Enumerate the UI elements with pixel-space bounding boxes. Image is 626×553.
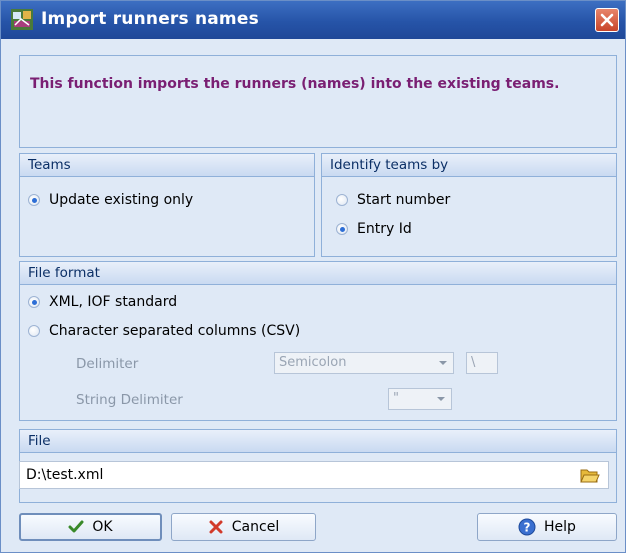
identify-group-title: Identify teams by [330, 157, 449, 173]
file-path-field[interactable]: D:\test.xml [19, 461, 609, 489]
info-text: This function imports the runners (names… [30, 76, 560, 92]
delimiter-char-value: \ [471, 355, 476, 370]
radio-selected-icon [336, 223, 348, 235]
file-format-group: File format XML, IOF standard Character … [19, 261, 617, 421]
teams-group-header: Teams [20, 154, 314, 177]
delimiter-select[interactable]: Semicolon [274, 352, 454, 374]
folder-icon[interactable] [580, 467, 600, 484]
update-existing-label: Update existing only [49, 192, 194, 208]
start-number-label: Start number [357, 192, 451, 208]
identify-group-header: Identify teams by [322, 154, 616, 177]
start-number-radio[interactable]: Start number [336, 192, 450, 208]
string-delimiter-value: " [393, 391, 399, 406]
identify-teams-group: Identify teams by Start number Entry Id [321, 153, 617, 257]
xml-iof-label: XML, IOF standard [49, 294, 178, 310]
delimiter-char-field[interactable]: \ [466, 352, 498, 374]
xml-iof-radio[interactable]: XML, IOF standard [28, 294, 177, 310]
entry-id-radio[interactable]: Entry Id [336, 221, 412, 237]
help-icon: ? [518, 518, 536, 536]
file-group-header: File [20, 430, 616, 453]
title-bar: Import runners names [1, 1, 625, 39]
ok-button[interactable]: OK [19, 513, 162, 541]
radio-unselected-icon [28, 325, 40, 337]
cancel-button[interactable]: Cancel [171, 513, 316, 541]
close-icon [600, 13, 614, 27]
help-button[interactable]: ? Help [477, 513, 617, 541]
string-delimiter-select[interactable]: " [388, 388, 452, 410]
svg-text:?: ? [524, 521, 531, 535]
import-runners-dialog: Import runners names This function impor… [0, 0, 626, 553]
radio-unselected-icon [336, 194, 348, 206]
info-panel: This function imports the runners (names… [19, 55, 617, 148]
teams-group-title: Teams [28, 157, 71, 173]
entry-id-label: Entry Id [357, 221, 412, 237]
cancel-x-icon [209, 520, 223, 534]
help-button-label: Help [544, 519, 576, 535]
delimiter-label: Delimiter [76, 356, 139, 372]
window-title: Import runners names [41, 9, 259, 29]
file-format-title: File format [28, 265, 100, 281]
ok-button-label: OK [92, 519, 113, 535]
string-delimiter-label: String Delimiter [76, 392, 183, 408]
app-icon [11, 9, 33, 30]
radio-selected-icon [28, 296, 40, 308]
chevron-down-icon [437, 397, 445, 401]
delimiter-select-value: Semicolon [279, 355, 347, 370]
update-existing-radio[interactable]: Update existing only [28, 192, 193, 208]
chevron-down-icon [439, 361, 447, 365]
csv-label: Character separated columns (CSV) [49, 323, 301, 339]
close-button[interactable] [595, 8, 619, 32]
teams-group: Teams Update existing only [19, 153, 315, 257]
radio-selected-icon [28, 194, 40, 206]
csv-radio[interactable]: Character separated columns (CSV) [28, 323, 300, 339]
checkmark-icon [68, 520, 84, 533]
file-path-value: D:\test.xml [26, 467, 104, 483]
file-format-header: File format [20, 262, 616, 285]
cancel-button-label: Cancel [231, 519, 280, 535]
file-group-title: File [28, 433, 51, 449]
